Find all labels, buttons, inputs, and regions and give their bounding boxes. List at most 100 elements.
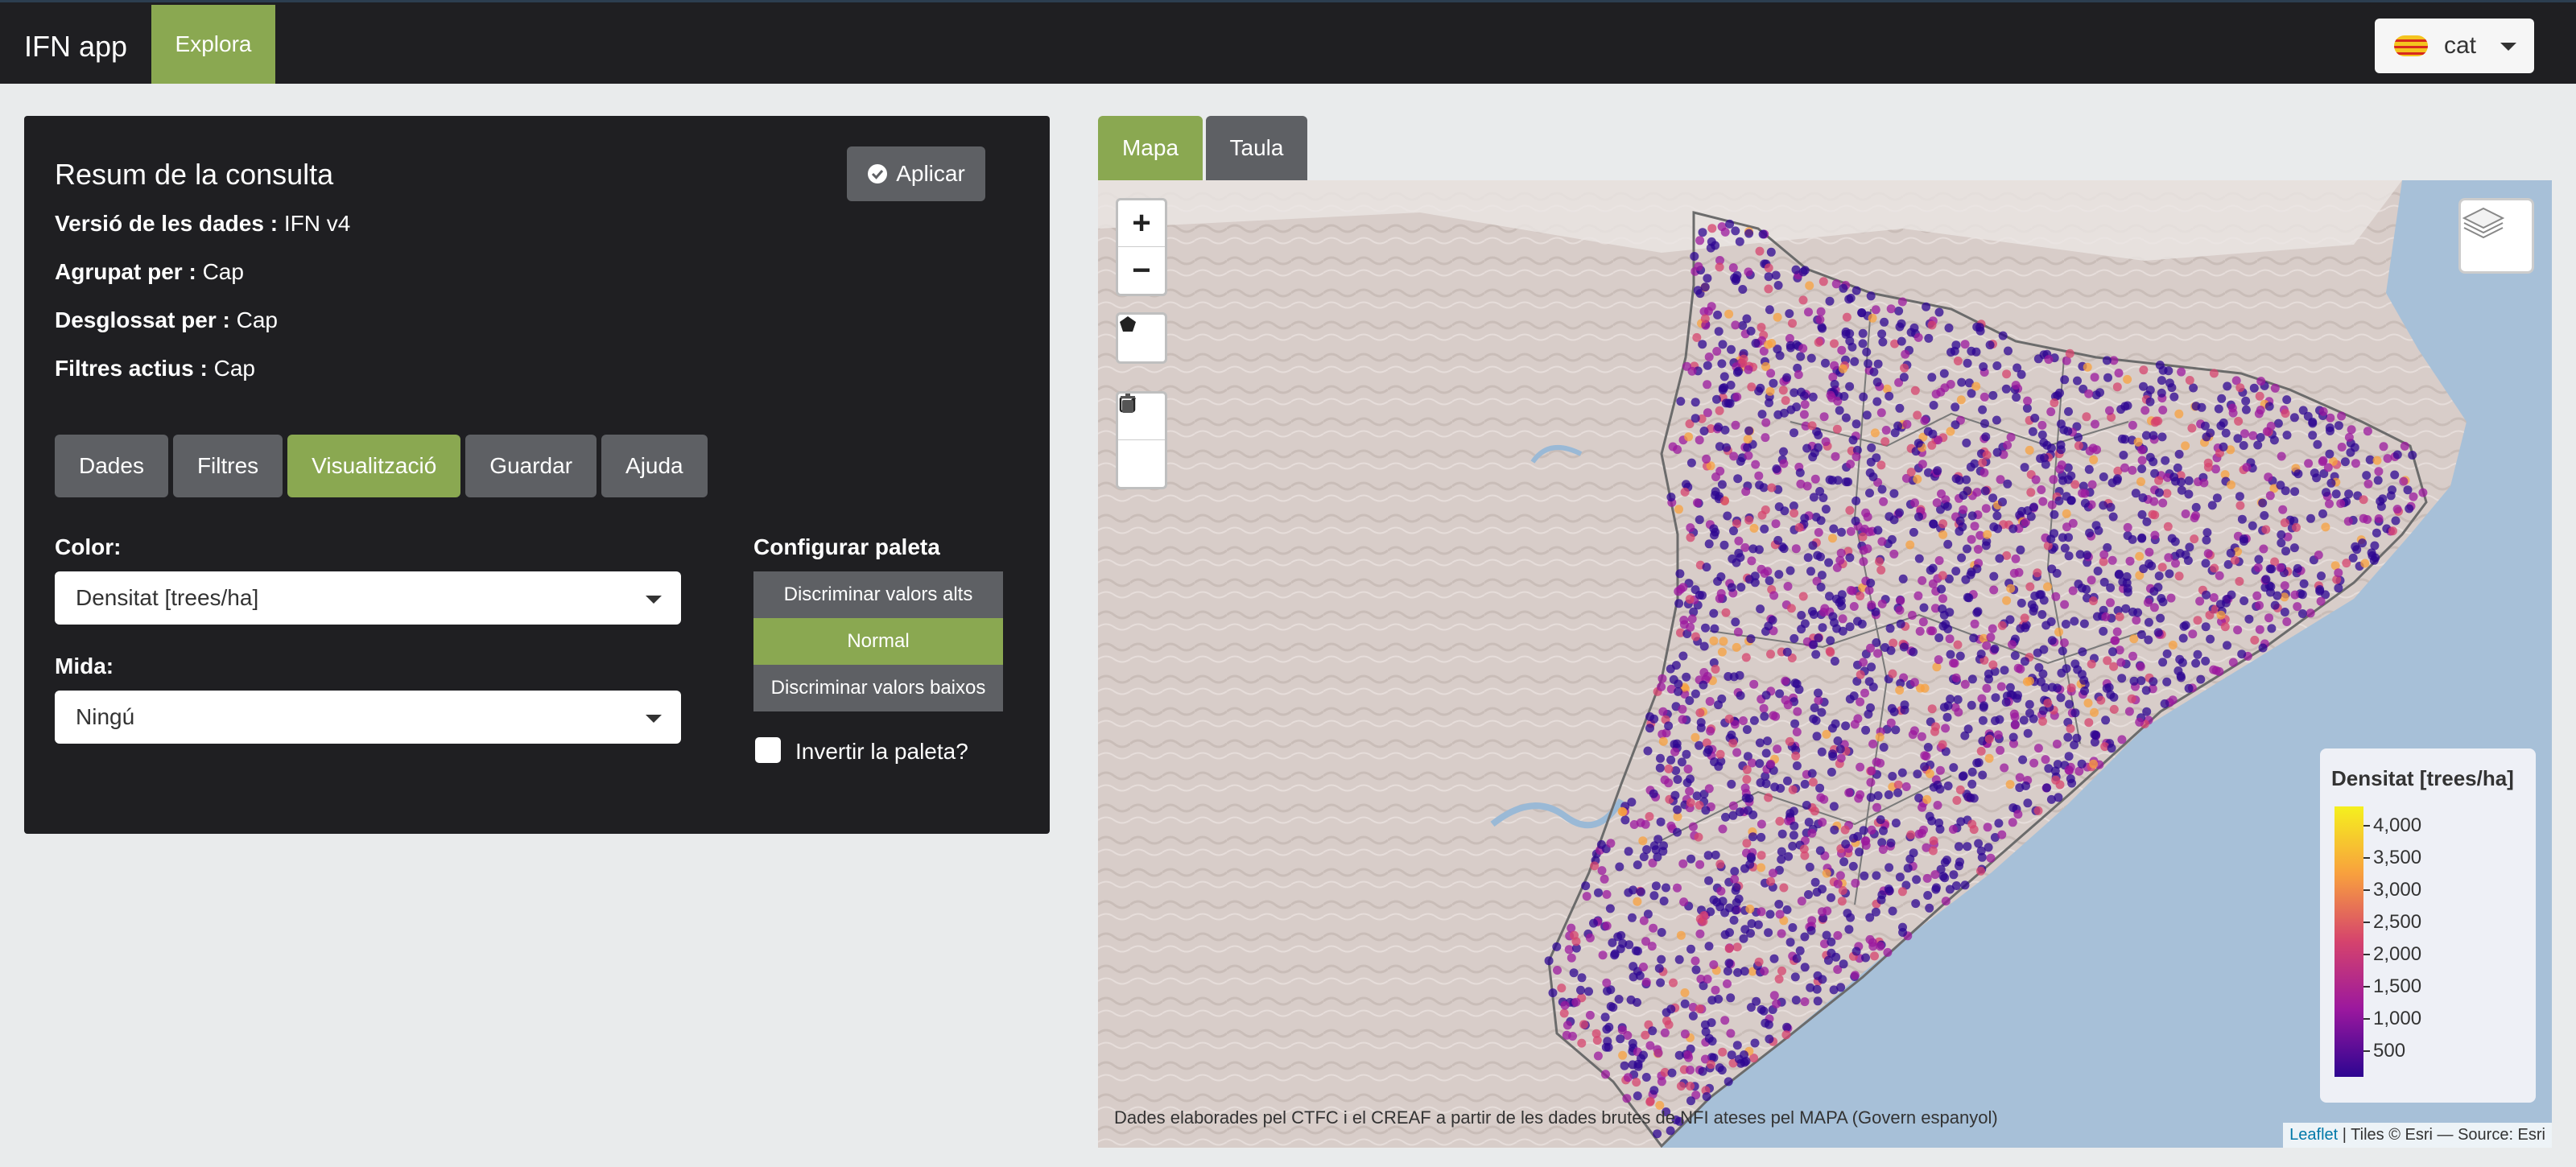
plot-point[interactable] [1709,960,1719,970]
plot-point[interactable] [1978,715,1988,725]
plot-point[interactable] [1677,757,1686,767]
plot-point[interactable] [1608,1003,1618,1012]
plot-point[interactable] [1929,401,1938,410]
plot-point[interactable] [1934,655,1943,665]
plot-point[interactable] [1809,493,1818,502]
tab-ajuda[interactable]: Ajuda [601,435,708,497]
plot-point[interactable] [1876,460,1886,470]
plot-point[interactable] [2181,509,2190,518]
plot-point[interactable] [2253,563,2263,572]
plot-point[interactable] [1847,342,1857,352]
plot-point[interactable] [1967,779,1977,789]
plot-point[interactable] [1981,504,1991,513]
plot-point[interactable] [2162,649,2172,658]
plot-point[interactable] [2203,463,2213,472]
plot-point[interactable] [1885,391,1894,401]
plot-point[interactable] [2039,596,2049,605]
plot-point[interactable] [2219,442,2228,452]
plot-point[interactable] [1872,377,1882,387]
plot-point[interactable] [1643,746,1653,756]
plot-point[interactable] [2187,423,2197,433]
plot-point[interactable] [2043,582,2052,592]
plot-point[interactable] [1785,736,1794,746]
plot-point[interactable] [2137,533,2147,542]
plot-point[interactable] [2073,376,2082,386]
plot-point[interactable] [1629,972,1638,982]
plot-point[interactable] [1746,634,1756,644]
plot-point[interactable] [1908,730,1918,740]
plot-point[interactable] [1819,794,1829,804]
plot-point[interactable] [2092,612,2102,621]
plot-point[interactable] [2111,636,2120,645]
plot-point[interactable] [2147,561,2157,571]
plot-point[interactable] [1720,908,1730,918]
plot-point[interactable] [2170,537,2180,546]
plot-point[interactable] [1674,955,1684,964]
plot-point[interactable] [2163,522,2173,531]
plot-point[interactable] [1854,794,1864,803]
plot-point[interactable] [1981,432,1991,442]
plot-point[interactable] [2033,648,2042,658]
plot-point[interactable] [1645,724,1654,733]
plot-point[interactable] [2038,497,2048,506]
plot-point[interactable] [1618,938,1628,948]
plot-point[interactable] [1807,828,1817,838]
plot-point[interactable] [1918,802,1927,812]
plot-point[interactable] [2177,367,2186,377]
plot-point[interactable] [2114,369,2124,377]
plot-point[interactable] [1676,1082,1686,1091]
plot-point[interactable] [2090,707,2099,717]
plot-point[interactable] [1746,852,1756,862]
plot-point[interactable] [1704,942,1714,951]
plot-point[interactable] [2102,356,2112,365]
plot-point[interactable] [1940,873,1950,883]
plot-point[interactable] [2235,501,2245,510]
plot-point[interactable] [2174,409,2184,419]
plot-point[interactable] [1577,1038,1587,1048]
plot-point[interactable] [1754,471,1764,480]
plot-point[interactable] [1930,727,1939,736]
plot-point[interactable] [1617,1025,1627,1035]
plot-point[interactable] [2053,683,2062,693]
plot-point[interactable] [1934,819,1944,827]
plot-point[interactable] [1623,1073,1633,1082]
plot-point[interactable] [1818,975,1827,984]
plot-point[interactable] [2033,354,2043,364]
plot-point[interactable] [1728,263,1738,273]
plot-point[interactable] [1769,591,1779,600]
plot-point[interactable] [1953,640,1963,649]
plot-point[interactable] [1760,569,1769,578]
plot-point[interactable] [1724,959,1734,968]
plot-point[interactable] [1866,703,1875,712]
plot-point[interactable] [1818,623,1827,633]
plot-point[interactable] [1980,419,1989,428]
plot-point[interactable] [1703,975,1712,983]
plot-point[interactable] [2280,581,2289,591]
plot-point[interactable] [1803,553,1813,563]
plot-point[interactable] [2306,513,2315,523]
plot-point[interactable] [1656,753,1665,763]
plot-point[interactable] [1830,618,1839,628]
plot-point[interactable] [1764,928,1773,938]
plot-point[interactable] [1873,526,1883,535]
plot-point[interactable] [1827,937,1836,946]
plot-point[interactable] [1829,524,1839,534]
plot-point[interactable] [2102,683,2112,693]
plot-point[interactable] [1618,807,1628,817]
plot-point[interactable] [2409,492,2418,501]
plot-point[interactable] [1873,359,1883,369]
plot-point[interactable] [2056,693,2066,703]
plot-point[interactable] [2418,488,2428,497]
plot-point[interactable] [2079,675,2089,685]
plot-point[interactable] [2101,612,2111,621]
plot-point[interactable] [1785,938,1795,947]
plot-point[interactable] [1711,985,1720,995]
plot-point[interactable] [2306,608,2315,618]
plot-point[interactable] [1680,999,1690,1008]
plot-point[interactable] [2101,715,2111,725]
plot-point[interactable] [1851,516,1860,526]
plot-point[interactable] [1906,468,1916,477]
plot-point[interactable] [1802,801,1811,810]
plot-point[interactable] [1767,483,1777,493]
plot-point[interactable] [1717,647,1727,657]
